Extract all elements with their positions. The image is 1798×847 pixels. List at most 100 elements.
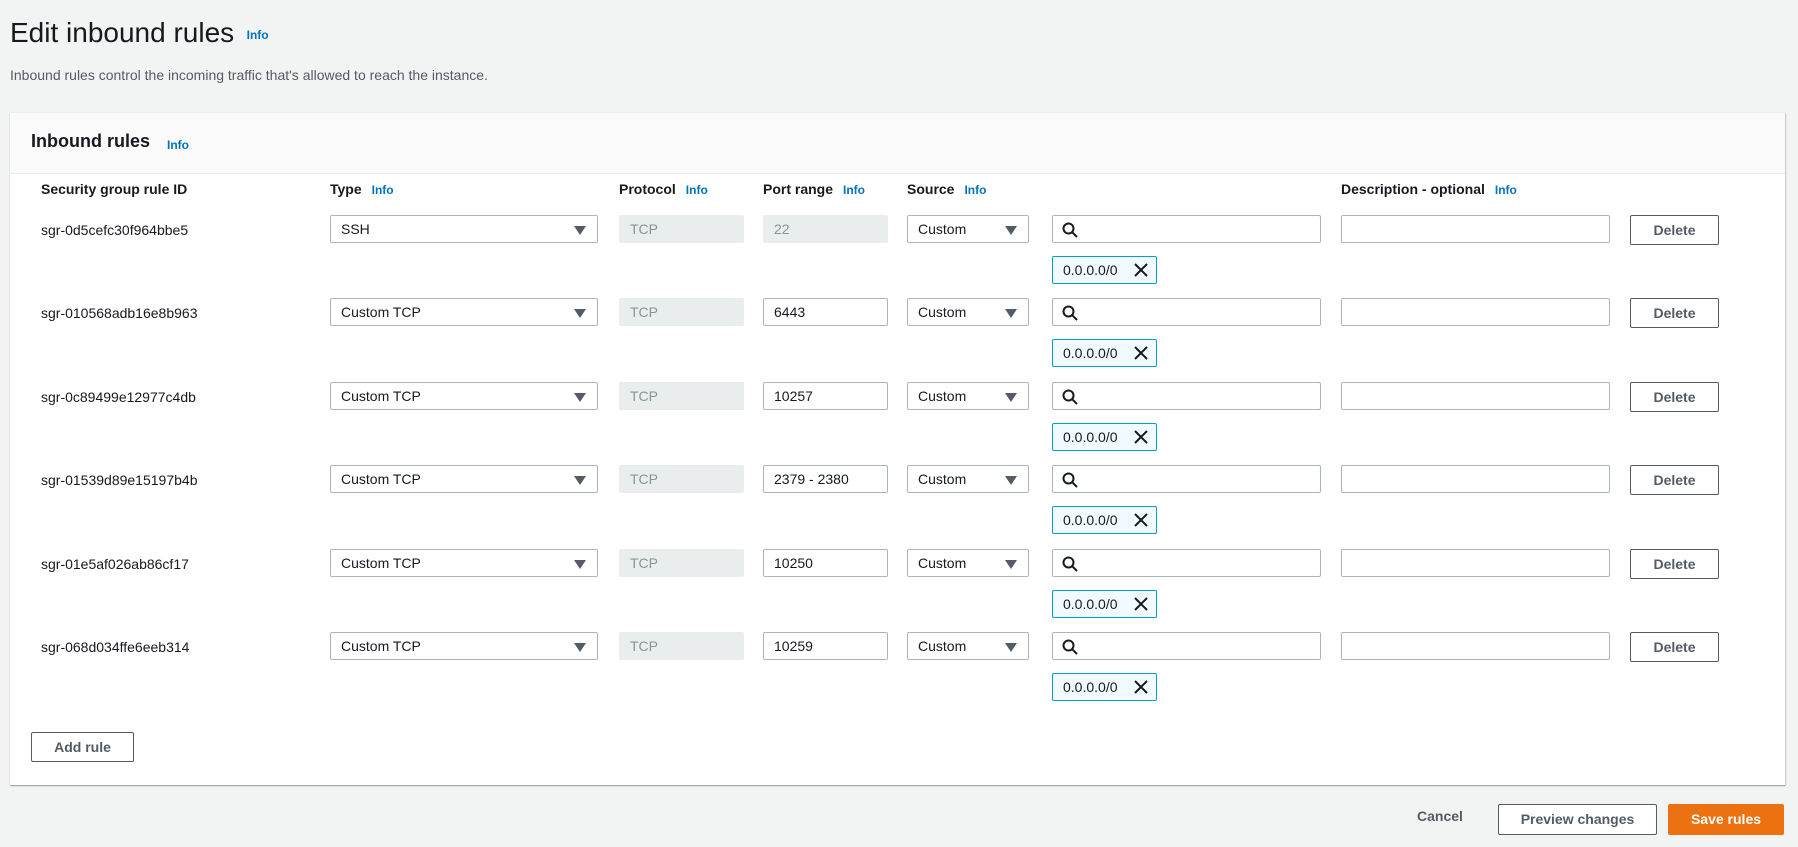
rule-id: sgr-010568adb16e8b963 <box>41 305 198 322</box>
page-description: Inbound rules control the incoming traff… <box>10 67 488 83</box>
type-select-value: Custom TCP <box>341 387 421 404</box>
search-icon <box>1062 639 1078 655</box>
source-select-value: Custom <box>918 638 967 654</box>
source-select-value: Custom <box>918 221 967 237</box>
delete-button[interactable]: Delete <box>1630 548 1719 579</box>
cidr-token: 0.0.0.0/0 <box>1052 506 1157 535</box>
col-header-rule-id-label: Security group rule ID <box>41 181 188 197</box>
source-select[interactable]: Custom <box>907 298 1029 327</box>
cidr-token-label: 0.0.0.0/0 <box>1063 512 1118 529</box>
rule-row: sgr-01539d89e15197b4b Custom TCP TCP 237… <box>10 464 1785 548</box>
port-range-input[interactable]: 2379 - 2380 <box>763 465 888 494</box>
protocol-value: TCP <box>630 638 658 654</box>
source-select-value: Custom <box>918 387 967 404</box>
type-select-value: Custom TCP <box>341 304 421 321</box>
port-range-info-link[interactable]: Info <box>843 183 865 197</box>
cidr-token-label: 0.0.0.0/0 <box>1063 428 1118 445</box>
cidr-token: 0.0.0.0/0 <box>1052 589 1157 618</box>
caret-down-icon <box>574 643 586 652</box>
page-info-link[interactable]: Info <box>247 28 269 42</box>
delete-button[interactable]: Delete <box>1630 298 1719 329</box>
cidr-token-label: 0.0.0.0/0 <box>1063 345 1118 362</box>
rule-row: sgr-0d5cefc30f964bbe5 SSH TCP 22 Custom … <box>10 214 1785 298</box>
port-range-input[interactable]: 10250 <box>763 548 888 577</box>
cidr-search-input[interactable] <box>1052 548 1321 577</box>
type-info-link[interactable]: Info <box>372 183 394 197</box>
description-input[interactable] <box>1341 632 1610 660</box>
type-select[interactable]: Custom TCP <box>330 298 598 327</box>
description-input[interactable] <box>1341 215 1610 243</box>
protocol-info-link[interactable]: Info <box>686 183 708 197</box>
description-info-link[interactable]: Info <box>1495 183 1517 197</box>
col-header-type: Type Info <box>330 181 394 197</box>
cidr-search-input[interactable] <box>1052 215 1321 243</box>
source-select[interactable]: Custom <box>907 465 1029 494</box>
type-select[interactable]: Custom TCP <box>330 548 598 577</box>
type-select[interactable]: Custom TCP <box>330 465 598 494</box>
type-select[interactable]: Custom TCP <box>330 632 598 660</box>
source-select-value: Custom <box>918 554 967 571</box>
save-rules-button[interactable]: Save rules <box>1668 804 1784 835</box>
port-range-input[interactable]: 10257 <box>763 381 888 410</box>
description-input[interactable] <box>1341 465 1610 494</box>
preview-changes-button[interactable]: Preview changes <box>1498 804 1657 835</box>
port-range-value: 10250 <box>774 554 813 571</box>
description-input[interactable] <box>1341 298 1610 327</box>
type-select-value: Custom TCP <box>341 554 421 571</box>
caret-down-icon <box>1005 392 1017 402</box>
port-range-value: 2379 - 2380 <box>774 471 849 488</box>
protocol-field: TCP <box>619 381 744 410</box>
close-icon[interactable] <box>1134 263 1148 277</box>
delete-button[interactable]: Delete <box>1630 381 1719 412</box>
add-rule-button[interactable]: Add rule <box>31 732 134 762</box>
type-select-value: Custom TCP <box>341 471 421 488</box>
cidr-token: 0.0.0.0/0 <box>1052 673 1157 701</box>
col-header-source-label: Source <box>907 181 955 197</box>
cidr-token: 0.0.0.0/0 <box>1052 422 1157 451</box>
delete-button[interactable]: Delete <box>1630 632 1719 662</box>
cidr-search-input[interactable] <box>1052 381 1321 410</box>
search-icon <box>1062 305 1078 322</box>
protocol-value: TCP <box>630 554 658 571</box>
close-icon[interactable] <box>1134 430 1148 444</box>
panel-title: Inbound rules <box>31 131 150 151</box>
protocol-field: TCP <box>619 298 744 327</box>
source-info-link[interactable]: Info <box>964 183 986 197</box>
source-select[interactable]: Custom <box>907 381 1029 410</box>
cidr-token-label: 0.0.0.0/0 <box>1063 679 1118 695</box>
rule-row: sgr-010568adb16e8b963 Custom TCP TCP 644… <box>10 297 1785 381</box>
panel-info-link[interactable]: Info <box>167 138 189 152</box>
type-select[interactable]: SSH <box>330 215 598 243</box>
caret-down-icon <box>574 392 586 402</box>
cidr-search-input[interactable] <box>1052 465 1321 494</box>
port-range-input[interactable]: 6443 <box>763 298 888 327</box>
port-range-value: 10257 <box>774 387 813 404</box>
source-select-value: Custom <box>918 304 967 321</box>
delete-button[interactable]: Delete <box>1630 465 1719 496</box>
col-header-description: Description - optional Info <box>1341 181 1517 197</box>
description-input[interactable] <box>1341 548 1610 577</box>
delete-button[interactable]: Delete <box>1630 215 1719 245</box>
source-select[interactable]: Custom <box>907 632 1029 660</box>
rule-id: sgr-01539d89e15197b4b <box>41 472 198 489</box>
cidr-search-input[interactable] <box>1052 298 1321 327</box>
close-icon[interactable] <box>1134 680 1148 694</box>
source-select[interactable]: Custom <box>907 548 1029 577</box>
rule-row: sgr-068d034ffe6eeb314 Custom TCP TCP 102… <box>10 631 1785 715</box>
cidr-search-input[interactable] <box>1052 632 1321 660</box>
protocol-value: TCP <box>630 387 658 404</box>
col-header-port-range: Port range Info <box>763 181 865 197</box>
type-select[interactable]: Custom TCP <box>330 381 598 410</box>
search-icon <box>1062 556 1078 572</box>
source-select[interactable]: Custom <box>907 215 1029 243</box>
col-header-type-label: Type <box>330 181 362 197</box>
cidr-token: 0.0.0.0/0 <box>1052 256 1157 284</box>
close-icon[interactable] <box>1134 513 1148 527</box>
close-icon[interactable] <box>1134 346 1148 361</box>
cancel-button[interactable]: Cancel <box>1417 808 1463 824</box>
description-input[interactable] <box>1341 381 1610 410</box>
protocol-value: TCP <box>630 304 658 321</box>
port-range-input[interactable]: 10259 <box>763 632 888 660</box>
close-icon[interactable] <box>1134 596 1148 611</box>
port-range-value: 10259 <box>774 638 813 654</box>
